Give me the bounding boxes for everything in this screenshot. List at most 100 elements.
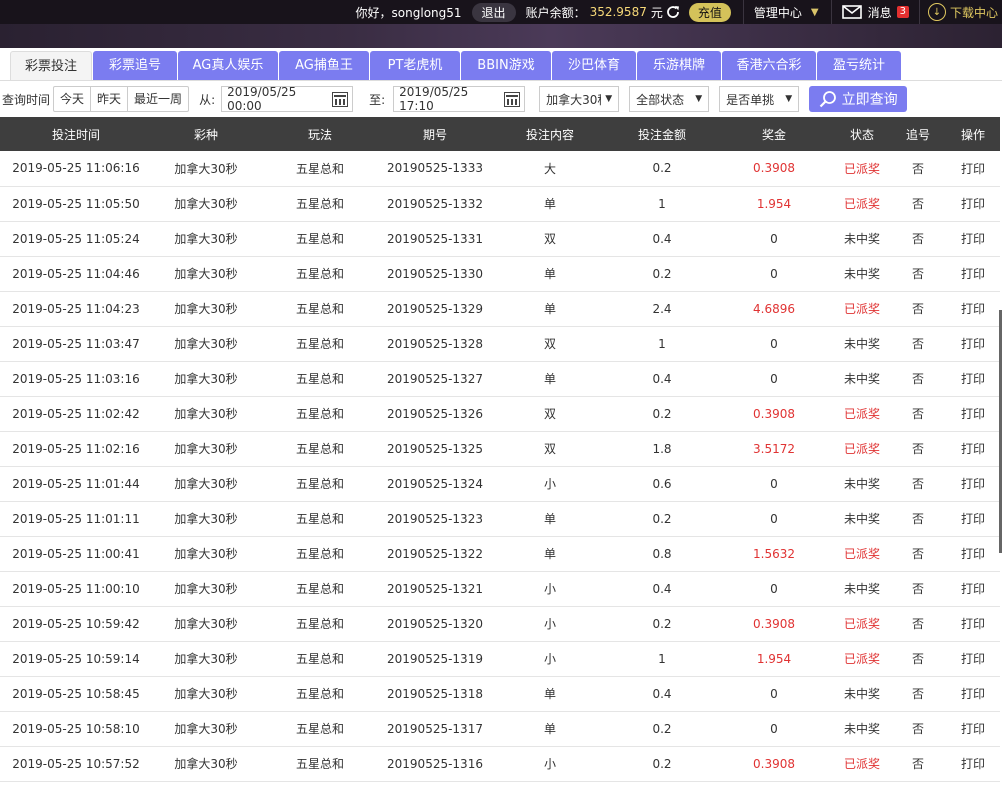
cell-prize: 0.3908 — [714, 396, 834, 432]
query-button[interactable]: 立即查询 — [809, 86, 908, 112]
cell-lottery: 加拿大30秒 — [152, 361, 260, 397]
cell-prize: 0.3908 — [714, 151, 834, 187]
col-header-issue: 期号 — [380, 117, 490, 151]
cell-amount: 2.4 — [610, 291, 714, 327]
cell-status: 未中奖 — [834, 221, 890, 257]
cell-lottery: 加拿大30秒 — [152, 326, 260, 362]
cell-status: 未中奖 — [834, 256, 890, 292]
table-row: 2019-05-25 11:05:24 加拿大30秒 五星总和 20190525-13… — [0, 221, 1000, 257]
print-button[interactable]: 打印 — [946, 186, 1000, 222]
yesterday-button[interactable]: 昨天 — [91, 87, 129, 111]
today-button[interactable]: 今天 — [54, 87, 92, 111]
category-tabs: 彩票投注 彩票追号 AG真人娱乐 AG捕鱼王 PT老虎机 BBIN游戏 沙巴体育… — [0, 48, 1002, 81]
cell-issue: 20190525-1333 — [380, 151, 490, 187]
print-button[interactable]: 打印 — [946, 501, 1000, 537]
print-button[interactable]: 打印 — [946, 641, 1000, 677]
cell-issue: 20190525-1325 — [380, 431, 490, 467]
start-date-input[interactable]: 2019/05/25 00:00 — [221, 85, 354, 113]
tab-lottery-chase[interactable]: 彩票追号 — [93, 51, 177, 80]
table-row: 2019-05-25 10:58:10 加拿大30秒 五星总和 20190525-13… — [0, 711, 1000, 747]
dropdown-arrow-icon: ▼ — [695, 94, 703, 104]
top-bar-right: 你好，songlong51 退出 账户余额： 352.9587 元 充值 管理中… — [356, 0, 1002, 24]
cell-amount: 0.2 — [610, 396, 714, 432]
print-button[interactable]: 打印 — [946, 326, 1000, 362]
cell-chase: 否 — [890, 676, 946, 712]
balance-value: 352.9587 — [589, 5, 647, 19]
tab-ag-fishing[interactable]: AG捕鱼王 — [279, 51, 369, 80]
tab-leyou-chess[interactable]: 乐游棋牌 — [637, 51, 721, 80]
end-date-input[interactable]: 2019/05/25 17:10 — [393, 85, 526, 113]
tab-lottery-bets[interactable]: 彩票投注 — [10, 51, 92, 80]
bet-records-table: 投注时间 彩种 玩法 期号 投注内容 投注金额 奖金 状态 追号 操作 2019… — [0, 117, 1000, 782]
print-button[interactable]: 打印 — [946, 431, 1000, 467]
print-button[interactable]: 打印 — [946, 571, 1000, 607]
cell-chase: 否 — [890, 151, 946, 187]
single-pick-select[interactable]: 是否单挑 ▼ — [719, 86, 800, 112]
col-header-prize: 奖金 — [714, 117, 834, 151]
lottery-type-select[interactable]: 加拿大30秒 ▼ — [539, 86, 620, 112]
cell-prize: 0 — [714, 466, 834, 502]
print-button[interactable]: 打印 — [946, 361, 1000, 397]
print-button[interactable]: 打印 — [946, 536, 1000, 572]
tab-bbin-games[interactable]: BBIN游戏 — [461, 51, 551, 80]
print-button[interactable]: 打印 — [946, 606, 1000, 642]
print-button[interactable]: 打印 — [946, 221, 1000, 257]
cell-time: 2019-05-25 10:58:10 — [0, 711, 152, 747]
cell-prize: 0 — [714, 676, 834, 712]
messages-link[interactable]: 消息 3 — [832, 4, 919, 21]
single-pick-value: 是否单挑 — [726, 92, 775, 107]
tab-profit-stats[interactable]: 盈亏统计 — [817, 51, 901, 80]
tab-saba-sports[interactable]: 沙巴体育 — [552, 51, 636, 80]
tab-ag-live[interactable]: AG真人娱乐 — [178, 51, 278, 80]
cell-time: 2019-05-25 11:04:23 — [0, 291, 152, 327]
cell-status: 已派奖 — [834, 431, 890, 467]
cell-play: 五星总和 — [260, 431, 380, 467]
table-row: 2019-05-25 10:59:42 加拿大30秒 五星总和 20190525-13… — [0, 606, 1000, 642]
print-button[interactable]: 打印 — [946, 676, 1000, 712]
print-button[interactable]: 打印 — [946, 711, 1000, 747]
cell-chase: 否 — [890, 571, 946, 607]
print-button[interactable]: 打印 — [946, 151, 1000, 187]
cell-issue: 20190525-1329 — [380, 291, 490, 327]
col-header-status: 状态 — [834, 117, 890, 151]
cell-content: 单 — [490, 361, 610, 397]
print-button[interactable]: 打印 — [946, 256, 1000, 292]
table-row: 2019-05-25 10:57:52 加拿大30秒 五星总和 20190525-13… — [0, 746, 1000, 782]
manage-center-menu[interactable]: 管理中心 ▼ — [744, 4, 831, 21]
cell-chase: 否 — [890, 536, 946, 572]
cell-amount: 0.2 — [610, 711, 714, 747]
cell-amount: 0.4 — [610, 361, 714, 397]
table-row: 2019-05-25 11:03:47 加拿大30秒 五星总和 20190525-13… — [0, 326, 1000, 362]
calendar-icon — [504, 91, 521, 107]
cell-prize: 0 — [714, 221, 834, 257]
cell-lottery: 加拿大30秒 — [152, 466, 260, 502]
messages-label: 消息 — [867, 5, 892, 20]
tab-pt-slots[interactable]: PT老虎机 — [370, 51, 460, 80]
cell-chase: 否 — [890, 466, 946, 502]
cell-time: 2019-05-25 11:05:24 — [0, 221, 152, 257]
download-center-label: 下载中心 — [949, 5, 998, 20]
bet-records-table-wrapper: 投注时间 彩种 玩法 期号 投注内容 投注金额 奖金 状态 追号 操作 2019… — [0, 117, 1002, 782]
cell-lottery: 加拿大30秒 — [152, 711, 260, 747]
quick-range-group: 今天 昨天 最近一周 — [53, 86, 190, 112]
tab-hk-mark-six[interactable]: 香港六合彩 — [722, 51, 816, 80]
cell-prize: 0 — [714, 571, 834, 607]
last-week-button[interactable]: 最近一周 — [128, 87, 188, 111]
logout-button[interactable]: 退出 — [471, 2, 516, 22]
print-button[interactable]: 打印 — [946, 746, 1000, 782]
download-center-link[interactable]: ↓ 下载中心 — [920, 3, 1002, 21]
cell-time: 2019-05-25 11:03:16 — [0, 361, 152, 397]
refresh-icon[interactable] — [665, 4, 681, 20]
cell-play: 五星总和 — [260, 291, 380, 327]
table-row: 2019-05-25 10:58:45 加拿大30秒 五星总和 20190525-13… — [0, 676, 1000, 712]
cell-content: 单 — [490, 676, 610, 712]
cell-time: 2019-05-25 11:05:50 — [0, 186, 152, 222]
recharge-button[interactable]: 充值 — [688, 2, 731, 22]
print-button[interactable]: 打印 — [946, 291, 1000, 327]
col-header-play: 玩法 — [260, 117, 380, 151]
cell-status: 已派奖 — [834, 396, 890, 432]
print-button[interactable]: 打印 — [946, 396, 1000, 432]
query-button-label: 立即查询 — [841, 92, 898, 108]
print-button[interactable]: 打印 — [946, 466, 1000, 502]
status-select[interactable]: 全部状态 ▼ — [629, 86, 710, 112]
